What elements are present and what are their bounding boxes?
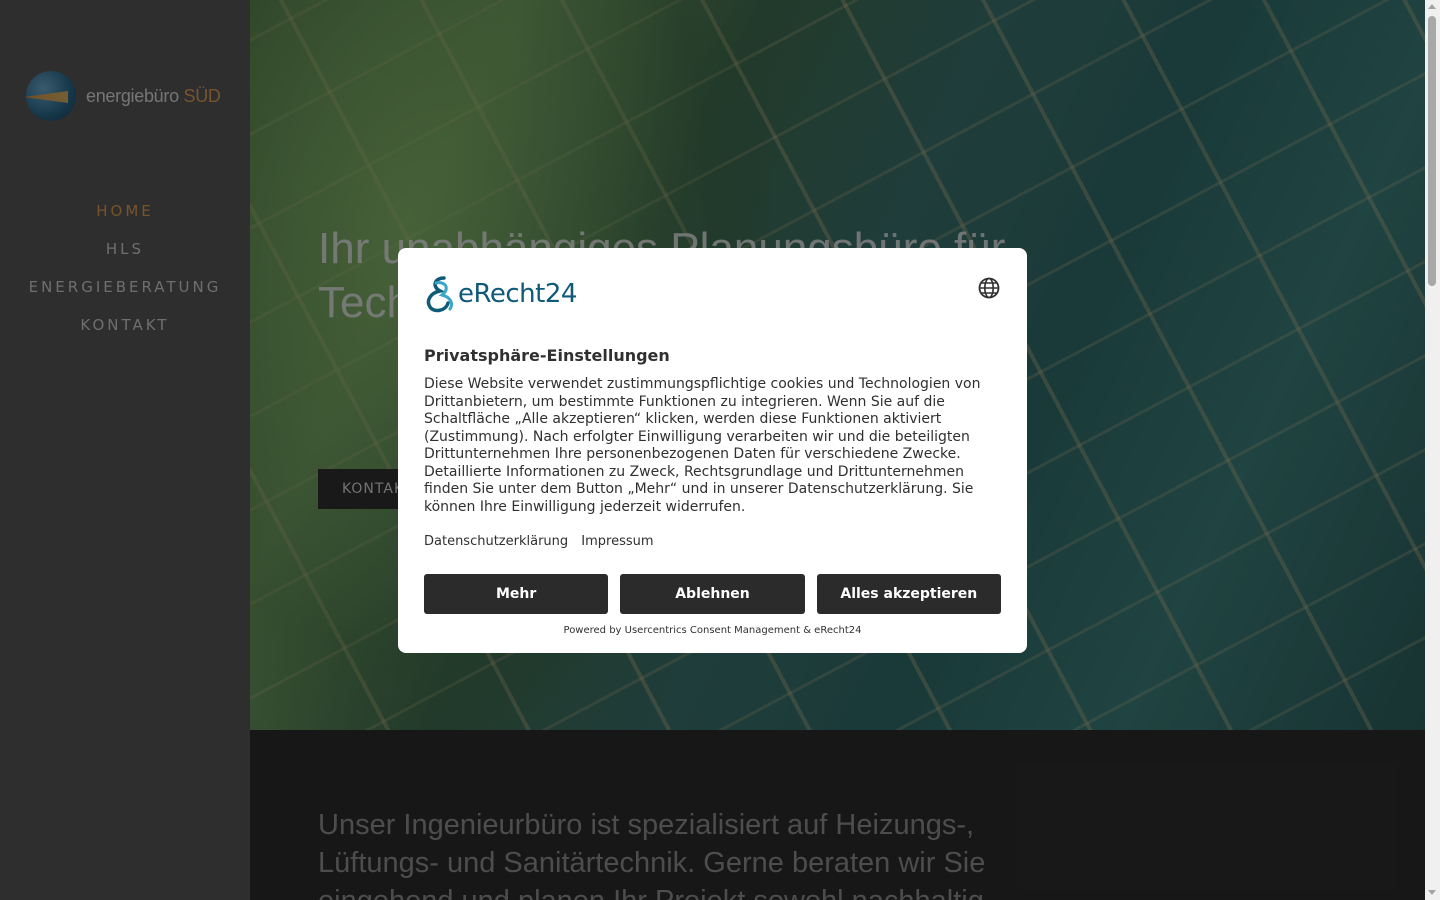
more-button[interactable]: Mehr: [424, 574, 609, 614]
powered-by-text: Powered by Usercentrics Consent Manageme…: [563, 625, 862, 636]
language-globe-icon[interactable]: [977, 276, 1001, 300]
consent-links: Datenschutzerklärung Impressum: [424, 534, 663, 549]
imprint-link[interactable]: Impressum: [581, 534, 653, 549]
erecht24-wordmark: eRecht24: [458, 279, 577, 309]
erecht24-logo: eRecht24: [424, 274, 577, 314]
scroll-up-icon[interactable]: [1428, 4, 1436, 9]
accept-all-button[interactable]: Alles akzeptieren: [816, 574, 1001, 614]
page-scrollbar[interactable]: [1425, 0, 1440, 900]
consent-button-row: Mehr Ablehnen Alles akzeptieren: [424, 574, 1001, 614]
decline-button[interactable]: Ablehnen: [620, 574, 805, 614]
privacy-policy-link[interactable]: Datenschutzerklärung: [424, 534, 568, 549]
scrollbar-thumb[interactable]: [1428, 16, 1436, 286]
consent-body-text: Diese Website verwendet zustimmungspflic…: [424, 376, 981, 515]
erecht24-symbol-icon: [426, 276, 454, 313]
consent-dialog: eRecht24 Privatsphäre-Einstellungen Dies…: [398, 248, 1027, 653]
scroll-down-icon[interactable]: [1428, 890, 1436, 895]
consent-title: Privatsphäre-Einstellungen: [424, 346, 670, 365]
